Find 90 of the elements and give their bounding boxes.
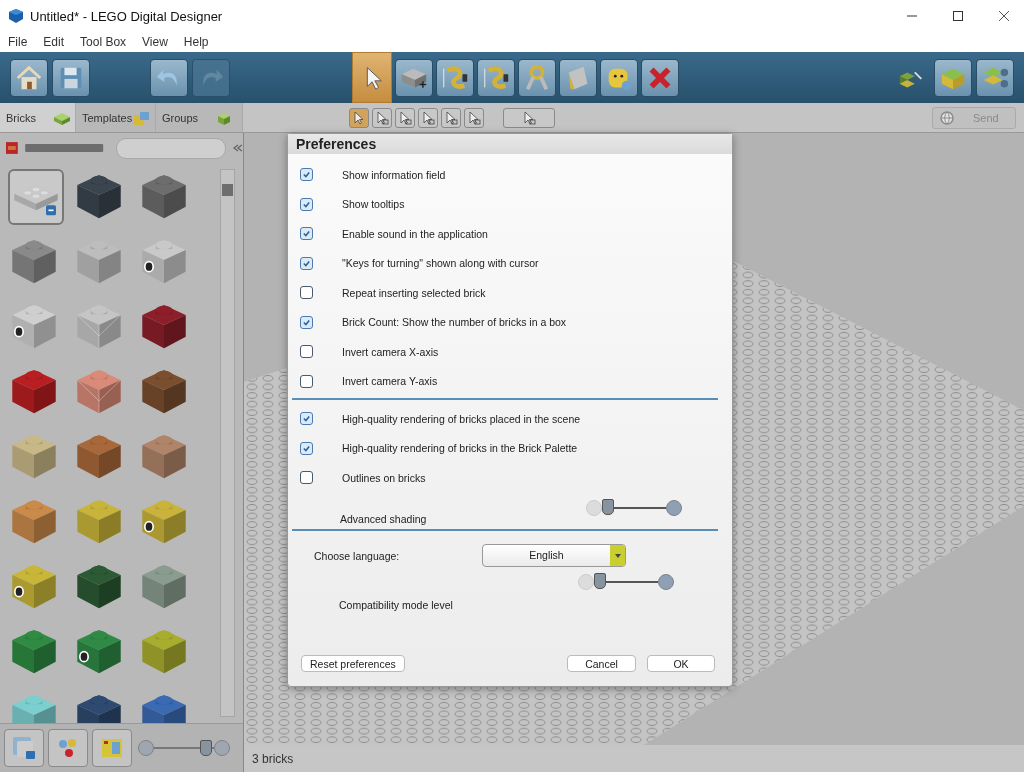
pointer-icon [397,109,413,126]
checkbox[interactable] [300,256,313,270]
globe-icon [939,109,955,126]
paint-tool-button[interactable] [559,58,597,97]
ok-button[interactable]: OK [647,655,715,672]
option-label: High-quality rendering of bricks placed in the scene [342,412,581,425]
checkmark-icon [302,229,311,239]
checkbox[interactable] [300,374,313,388]
status-text: 3 bricks [252,751,294,766]
pointer-icon [466,109,482,126]
language-label: Choose language: [314,549,401,562]
menu-item[interactable]: Edit [43,35,65,49]
checkmark-icon [302,443,311,453]
caret-icon [613,552,622,559]
checkmark-icon [302,258,311,268]
select-shape-button[interactable] [441,107,461,128]
add-brick-tool-button[interactable] [395,58,433,97]
option-label: Enable sound in the application [342,227,488,240]
slider-label: Advanced shading [340,512,427,527]
color-view-button[interactable] [48,729,88,767]
menu-item[interactable]: Tool Box [80,35,127,49]
app-icon [8,8,24,24]
close-icon[interactable] [998,10,1010,22]
checkbox[interactable] [300,471,313,485]
palette-tab[interactable]: Groups [156,103,243,132]
option-label: Show tooltips [342,198,405,211]
zoom-slider[interactable] [138,738,230,758]
pointer-icon [374,109,390,126]
pointer-icon [443,109,459,126]
select-tool-button[interactable] [352,52,392,103]
undo-button[interactable] [150,58,188,97]
checkmark-icon [302,170,311,180]
checkbox[interactable] [300,227,313,241]
template-icon [131,110,151,126]
home-button[interactable] [10,58,48,97]
checkbox[interactable] [300,345,313,359]
language-dropdown[interactable]: English [482,544,626,567]
hinge-align-tool-button[interactable] [477,58,515,97]
cancel-button[interactable]: Cancel [567,655,636,672]
select-color-shape-button[interactable] [464,107,484,128]
pointer-icon [521,109,537,126]
option-label: High-quality rendering of bricks in the Brick Palette [342,442,578,455]
save-button[interactable] [52,58,90,97]
palette-tab[interactable]: Bricks [0,103,76,132]
hinge-tool-button[interactable] [436,58,474,97]
checkbox[interactable] [300,441,313,455]
flex-tool-button[interactable] [518,58,556,97]
logo-icon [6,142,18,154]
instructions-button[interactable] [976,58,1014,97]
select-color-button[interactable] [418,107,438,128]
checkbox[interactable] [300,315,313,329]
select-connected-button[interactable] [395,107,415,128]
select-single-button[interactable] [349,107,369,128]
delete-tool-button[interactable] [641,58,679,97]
option-label: "Keys for turning" shown along with cursor [342,257,539,270]
option-label: Brick Count: Show the number of bricks in a box [342,316,567,329]
maximize-icon[interactable] [952,10,964,22]
brick-icon [52,110,72,126]
checkmark-icon [302,414,311,424]
collapse-icon[interactable] [233,143,243,153]
brick-view-button[interactable] [4,729,44,767]
reset-button[interactable]: Reset preferences [301,655,405,672]
window-title: Untitled* - LEGO Digital Designer [30,8,223,24]
checkmark-icon [302,199,311,209]
menu-item[interactable]: View [142,35,168,49]
option-label: Invert camera X-axis [342,345,439,358]
search-field[interactable] [116,137,227,159]
menu-item[interactable]: Help [183,35,209,49]
palette-tab[interactable]: Templates [76,103,156,132]
option-label: Outlines on bricks [342,471,426,484]
select-multiple-button[interactable] [372,107,392,128]
scrollbar[interactable] [220,169,235,717]
level-slider[interactable] [578,572,674,591]
view-mode-button[interactable] [934,58,972,97]
checkbox[interactable] [300,197,313,211]
palette-item[interactable] [8,169,64,225]
brick-icon [10,734,38,762]
menu-item[interactable]: File [8,35,28,49]
level-slider[interactable] [586,498,682,517]
checkbox[interactable] [300,168,313,182]
decorate-tool-button[interactable] [600,58,638,97]
option-label: Invert camera Y-axis [342,375,438,388]
dialog-title: Preferences [288,134,732,154]
pointer-icon [420,109,436,126]
checkbox[interactable] [300,286,313,300]
option-label: Repeat inserting selected brick [342,286,486,299]
checkbox[interactable] [300,412,313,426]
slider-label: Compatibility mode level [339,598,453,613]
option-label: Show information field [342,168,446,181]
checkmark-icon [302,317,311,327]
